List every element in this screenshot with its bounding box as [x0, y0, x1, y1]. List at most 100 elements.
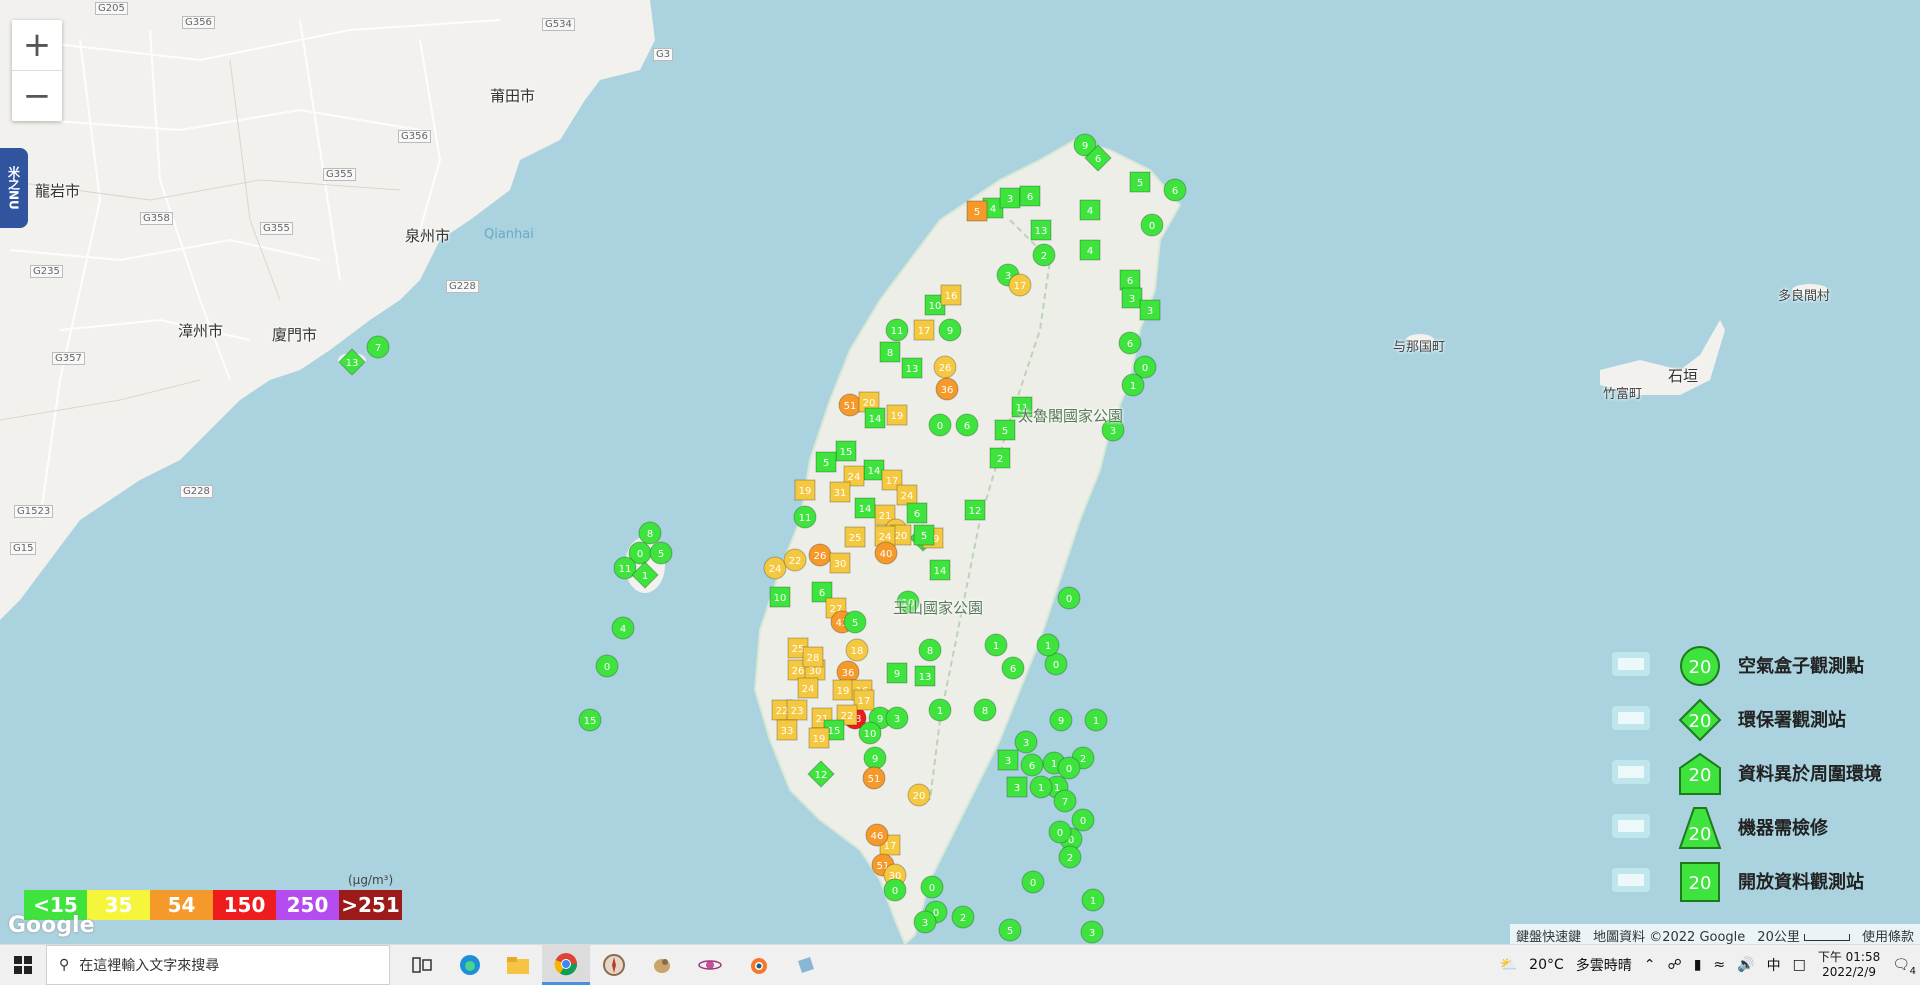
meet-icon[interactable]: ☍: [1668, 957, 1682, 973]
station-marker-circle[interactable]: 8: [638, 521, 662, 545]
station-marker-square[interactable]: 3: [999, 187, 1021, 209]
edge-browser-icon[interactable]: [446, 945, 494, 985]
station-marker-square[interactable]: 25: [844, 526, 866, 548]
station-marker-circle[interactable]: 40: [874, 541, 898, 565]
station-marker-circle[interactable]: 1: [984, 633, 1008, 657]
station-marker-square[interactable]: 4: [1079, 239, 1101, 261]
station-marker-circle[interactable]: 4: [611, 616, 635, 640]
zoom-in-button[interactable]: +: [12, 20, 62, 70]
wifi-icon[interactable]: ≈: [1713, 957, 1725, 973]
station-marker-square[interactable]: 15: [835, 440, 857, 462]
station-marker-square[interactable]: 3: [1139, 299, 1161, 321]
volume-icon[interactable]: 🔊: [1737, 957, 1754, 973]
station-marker-circle[interactable]: 51: [838, 393, 862, 417]
station-marker-circle[interactable]: 11: [885, 318, 909, 342]
notification-center-button[interactable]: 🗨 4: [1892, 957, 1916, 977]
side-panel-tab[interactable]: 米之NU: [0, 148, 28, 228]
station-marker-circle[interactable]: 7: [366, 335, 390, 359]
station-marker-circle[interactable]: 36: [935, 377, 959, 401]
station-marker-square[interactable]: 2: [989, 447, 1011, 469]
station-marker-square[interactable]: 14: [864, 407, 886, 429]
station-marker-circle[interactable]: 3: [885, 706, 909, 730]
chevron-up-icon[interactable]: ⌃: [1644, 957, 1656, 973]
station-marker-square[interactable]: 24: [896, 484, 918, 506]
file-explorer-icon[interactable]: [494, 945, 542, 985]
input-mode-icon[interactable]: □: [1793, 957, 1806, 973]
station-marker-circle[interactable]: 22: [783, 548, 807, 572]
station-marker-circle[interactable]: 1: [1029, 775, 1053, 799]
terms-link[interactable]: 使用條款: [1855, 924, 1920, 944]
station-marker-square[interactable]: 9: [886, 662, 908, 684]
station-marker-circle[interactable]: 0: [1021, 870, 1045, 894]
station-marker-circle[interactable]: 8: [973, 698, 997, 722]
clock[interactable]: 下午 01:58 2022/2/9: [1818, 950, 1880, 980]
station-marker-circle[interactable]: 6: [1001, 656, 1025, 680]
station-marker-circle[interactable]: 46: [865, 823, 889, 847]
keyboard-shortcuts-link[interactable]: 鍵盤快速鍵: [1510, 924, 1588, 944]
station-marker-square[interactable]: 6: [1119, 269, 1141, 291]
station-marker-square[interactable]: 33: [776, 719, 798, 741]
station-marker-square[interactable]: 5: [815, 451, 837, 473]
station-marker-circle[interactable]: 26: [933, 355, 957, 379]
weather-temp[interactable]: 20°C: [1529, 957, 1564, 973]
zoom-out-button[interactable]: −: [12, 70, 62, 121]
station-marker-circle[interactable]: 2: [1058, 845, 1082, 869]
station-marker-square[interactable]: 31: [829, 481, 851, 503]
station-marker-circle[interactable]: 1: [1036, 633, 1060, 657]
station-marker-square[interactable]: 19: [886, 404, 908, 426]
station-marker-square[interactable]: 16: [940, 284, 962, 306]
station-marker-circle[interactable]: 5: [649, 541, 673, 565]
station-marker-circle[interactable]: 18: [845, 638, 869, 662]
station-marker-circle[interactable]: 1: [1081, 888, 1105, 912]
station-marker-circle[interactable]: 6: [955, 413, 979, 437]
station-marker-square[interactable]: 24: [797, 677, 819, 699]
station-marker-square[interactable]: 19: [794, 479, 816, 501]
station-marker-circle[interactable]: 20: [907, 783, 931, 807]
station-marker-square[interactable]: 5: [913, 524, 935, 546]
station-marker-circle[interactable]: 6: [1020, 753, 1044, 777]
station-marker-square[interactable]: 8: [879, 341, 901, 363]
station-marker-square[interactable]: 5: [1129, 171, 1151, 193]
station-marker-circle[interactable]: 3: [913, 910, 937, 934]
station-marker-square[interactable]: 3: [1006, 776, 1028, 798]
station-marker-square[interactable]: 3: [997, 749, 1019, 771]
station-marker-square[interactable]: 3: [1121, 287, 1143, 309]
station-marker-circle[interactable]: 2: [1032, 243, 1056, 267]
station-marker-circle[interactable]: 0: [1057, 586, 1081, 610]
station-marker-circle[interactable]: 51: [862, 766, 886, 790]
station-marker-circle[interactable]: 0: [595, 654, 619, 678]
station-marker-circle[interactable]: 11: [793, 505, 817, 529]
station-marker-circle[interactable]: 2: [951, 905, 975, 929]
station-marker-circle[interactable]: 0: [920, 875, 944, 899]
station-marker-circle[interactable]: 8: [918, 638, 942, 662]
station-marker-circle[interactable]: 15: [578, 708, 602, 732]
map-canvas[interactable]: 13 7 8 0 5 11 1 4 0 15 9 6 5 6 0 4 3 6 5 4 13 3 2 4 6 3 3 6 0 1 17 10 16…: [0, 0, 1920, 944]
weather-desc[interactable]: 多雲時晴: [1576, 955, 1632, 975]
taskbar-search-box[interactable]: ⚲ 在這裡輸入文字來搜尋: [46, 945, 390, 985]
station-marker-circle[interactable]: 6: [1118, 331, 1142, 355]
station-marker-circle[interactable]: 9: [938, 318, 962, 342]
task-view-icon[interactable]: [398, 945, 446, 985]
compass-app-icon[interactable]: [590, 945, 638, 985]
satellite-app-icon[interactable]: [686, 945, 734, 985]
station-marker-square[interactable]: 13: [901, 357, 923, 379]
station-marker-square[interactable]: 10: [769, 586, 791, 608]
start-button[interactable]: [0, 945, 46, 985]
station-marker-circle[interactable]: 9: [1049, 708, 1073, 732]
station-marker-square[interactable]: 6: [1019, 185, 1041, 207]
station-marker-square[interactable]: 14: [854, 497, 876, 519]
station-marker-square[interactable]: 19: [832, 679, 854, 701]
chrome-icon[interactable]: [542, 945, 590, 985]
station-marker-circle[interactable]: 1: [1084, 708, 1108, 732]
station-marker-circle[interactable]: 0: [883, 878, 907, 902]
map-scale[interactable]: 20公里: [1751, 924, 1856, 944]
station-marker-square[interactable]: 13: [914, 665, 936, 687]
station-marker-square[interactable]: 6: [906, 502, 928, 524]
station-marker-circle[interactable]: 0: [1071, 808, 1095, 832]
station-marker-square[interactable]: 14: [929, 559, 951, 581]
station-marker-square[interactable]: 23: [786, 699, 808, 721]
station-marker-circle[interactable]: 0: [1057, 756, 1081, 780]
station-marker-square[interactable]: 30: [829, 552, 851, 574]
station-marker-circle[interactable]: 0: [1140, 213, 1164, 237]
station-marker-square[interactable]: 28: [802, 646, 824, 668]
